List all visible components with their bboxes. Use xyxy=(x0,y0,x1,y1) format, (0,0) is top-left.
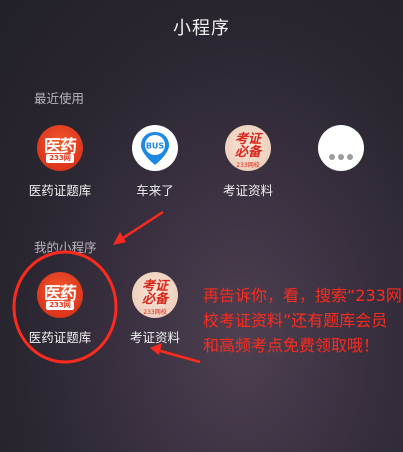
highlight-circle xyxy=(12,250,118,364)
arrow-head-2 xyxy=(150,343,162,355)
annotation-text: 再告诉你，看，搜索“233网校考证资料”还有题库会员和高频考点免费领取哦！ xyxy=(203,286,402,355)
annotation-overlay xyxy=(12,210,201,364)
arrow-line-1 xyxy=(119,210,164,242)
arrow-line-2 xyxy=(156,348,201,364)
